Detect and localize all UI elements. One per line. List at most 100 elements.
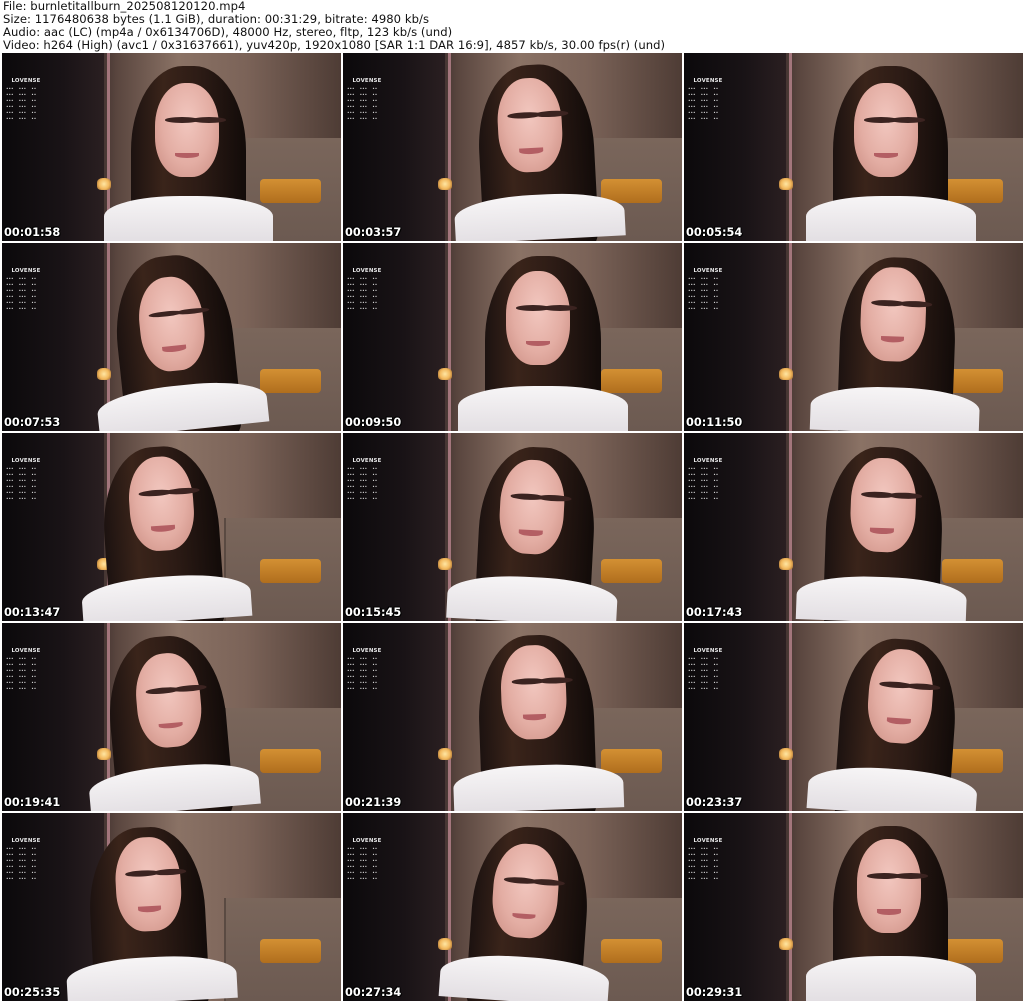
video-thumbnail[interactable]: LOVENSE ••• ••• •• ••• ••• •• ••• ••• •• •••… (2, 433, 341, 621)
thumbnail-timestamp: 00:01:58 (4, 226, 61, 239)
overlay-row: ••• ••• •• (688, 876, 719, 881)
overlay-row: ••• ••• •• (347, 306, 378, 311)
overlay-row: ••• ••• •• (688, 116, 719, 121)
overlay-row: ••• ••• •• (688, 496, 719, 501)
white-shirt (446, 572, 619, 621)
thumbnail-timestamp: 00:11:50 (686, 416, 743, 429)
lovense-overlay: LOVENSE ••• ••• •• ••• ••• •• ••• ••• •• •••… (6, 268, 66, 312)
thumbnail-timestamp: 00:27:34 (345, 986, 402, 999)
lovense-overlay: LOVENSE ••• ••• •• ••• ••• •• ••• ••• •• •••… (6, 458, 66, 502)
lovense-overlay: LOVENSE ••• ••• •• ••• ••• •• ••• ••• •• •••… (347, 838, 407, 882)
thumbnail-timestamp: 00:03:57 (345, 226, 402, 239)
lovense-overlay: LOVENSE ••• ••• •• ••• ••• •• ••• ••• •• •••… (6, 648, 66, 692)
thumbnail-timestamp: 00:09:50 (345, 416, 402, 429)
lovense-brand-text: LOVENSE (352, 78, 382, 84)
lovense-brand-text: LOVENSE (11, 648, 41, 654)
overlay-row: ••• ••• •• (347, 876, 378, 881)
thumbnail-timestamp: 00:29:31 (686, 986, 743, 999)
video-thumbnail[interactable]: LOVENSE ••• ••• •• ••• ••• •• ••• ••• •• •••… (343, 53, 682, 241)
overlay-row: ••• ••• •• (688, 686, 719, 691)
lovense-brand-text: LOVENSE (11, 458, 41, 464)
mouth (870, 527, 895, 535)
lovense-overlay: LOVENSE ••• ••• •• ••• ••• •• ••• ••• •• •••… (688, 78, 748, 122)
lovense-overlay: LOVENSE ••• ••• •• ••• ••• •• ••• ••• •• •••… (347, 458, 407, 502)
white-shirt (796, 573, 967, 621)
overlay-row: ••• ••• •• (6, 306, 37, 311)
video-thumbnail[interactable]: LOVENSE ••• ••• •• ••• ••• •• ••• ••• •• •••… (343, 243, 682, 431)
lovense-brand-text: LOVENSE (352, 458, 382, 464)
lovense-brand-text: LOVENSE (693, 268, 723, 274)
face (853, 83, 918, 178)
lovense-overlay: LOVENSE ••• ••• •• ••• ••• •• ••• ••• •• •••… (347, 78, 407, 122)
white-shirt (65, 952, 238, 1001)
lovense-overlay: LOVENSE ••• ••• •• ••• ••• •• ••• ••• •• •••… (688, 838, 748, 882)
face (499, 643, 568, 740)
video-thumbnail[interactable]: LOVENSE ••• ••• •• ••• ••• •• ••• ••• •• •••… (2, 813, 341, 1001)
video-thumbnail[interactable]: LOVENSE ••• ••• •• ••• ••• •• ••• ••• •• •••… (2, 243, 341, 431)
face (856, 839, 922, 934)
mouth (877, 908, 901, 915)
video-thumbnail[interactable]: LOVENSE ••• ••• •• ••• ••• •• ••• ••• •• •••… (2, 623, 341, 811)
thumbnail-timestamp: 00:23:37 (686, 796, 743, 809)
lovense-overlay: LOVENSE ••• ••• •• ••• ••• •• ••• ••• •• •••… (6, 838, 66, 882)
lovense-brand-text: LOVENSE (693, 78, 723, 84)
thumbnail-timestamp: 00:17:43 (686, 606, 743, 619)
white-shirt (809, 384, 981, 431)
face (154, 83, 219, 178)
face (859, 265, 928, 363)
white-shirt (806, 762, 979, 811)
overlay-row: ••• ••• •• (347, 116, 378, 121)
lovense-brand-text: LOVENSE (693, 458, 723, 464)
eye (894, 873, 929, 879)
white-shirt (80, 570, 253, 621)
video-thumbnail[interactable]: LOVENSE ••• ••• •• ••• ••• •• ••• ••• •• •••… (684, 433, 1023, 621)
lovense-brand-text: LOVENSE (352, 268, 382, 274)
overlay-row: ••• ••• •• (6, 876, 37, 881)
overlay-row: ••• ••• •• (6, 686, 37, 691)
white-shirt (458, 385, 628, 431)
lovense-brand-text: LOVENSE (352, 648, 382, 654)
video-thumbnail[interactable]: LOVENSE ••• ••• •• ••• ••• •• ••• ••• •• •••… (684, 623, 1023, 811)
thumbnail-timestamp: 00:25:35 (4, 986, 61, 999)
video-thumbnail[interactable]: LOVENSE ••• ••• •• ••• ••• •• ••• ••• •• •••… (684, 813, 1023, 1001)
lovense-brand-text: LOVENSE (693, 648, 723, 654)
overlay-row: ••• ••• •• (347, 496, 378, 501)
video-info-line: Video: h264 (High) (avc1 / 0x31637661), … (3, 38, 666, 52)
lovense-overlay: LOVENSE ••• ••• •• ••• ••• •• ••• ••• •• •••… (347, 268, 407, 312)
overlay-row: ••• ••• •• (688, 306, 719, 311)
video-thumbnail[interactable]: LOVENSE ••• ••• •• ••• ••• •• ••• ••• •• •••… (343, 813, 682, 1001)
thumbnail-timestamp: 00:05:54 (686, 226, 743, 239)
thumbnail-grid: LOVENSE ••• ••• •• ••• ••• •• ••• ••• •• •••… (2, 53, 1023, 1001)
lovense-brand-text: LOVENSE (11, 268, 41, 274)
video-thumbnail[interactable]: LOVENSE ••• ••• •• ••• ••• •• ••• ••• •• •••… (343, 623, 682, 811)
white-shirt (453, 762, 625, 811)
lovense-brand-text: LOVENSE (352, 838, 382, 844)
eye (543, 305, 577, 311)
video-thumbnail[interactable]: LOVENSE ••• ••• •• ••• ••• •• ••• ••• •• •••… (684, 53, 1023, 241)
mouth (518, 529, 543, 537)
white-shirt (454, 190, 626, 241)
lovense-overlay: LOVENSE ••• ••• •• ••• ••• •• ••• ••• •• •••… (688, 268, 748, 312)
lovense-overlay: LOVENSE ••• ••• •• ••• ••• •• ••• ••• •• •••… (688, 458, 748, 502)
overlay-row: ••• ••• •• (6, 496, 37, 501)
lovense-overlay: LOVENSE ••• ••• •• ••• ••• •• ••• ••• •• •••… (6, 78, 66, 122)
video-thumbnail[interactable]: LOVENSE ••• ••• •• ••• ••• •• ••• ••• •• •••… (343, 433, 682, 621)
face (505, 271, 571, 366)
lovense-brand-text: LOVENSE (11, 78, 41, 84)
white-shirt (103, 195, 274, 241)
face (849, 457, 917, 554)
lovense-brand-text: LOVENSE (693, 838, 723, 844)
lovense-overlay: LOVENSE ••• ••• •• ••• ••• •• ••• ••• •• •••… (688, 648, 748, 692)
video-thumbnail[interactable]: LOVENSE ••• ••• •• ••• ••• •• ••• ••• •• •••… (2, 53, 341, 241)
file-info-header: File: burnletitallburn_202508120120.mp4 … (3, 0, 1021, 52)
overlay-row: ••• ••• •• (6, 116, 37, 121)
video-thumbnail[interactable]: LOVENSE ••• ••• •• ••• ••• •• ••• ••• •• •••… (684, 243, 1023, 431)
white-shirt (806, 955, 976, 1001)
eye (890, 116, 925, 123)
overlay-row: ••• ••• •• (347, 686, 378, 691)
lovense-overlay: LOVENSE ••• ••• •• ••• ••• •• ••• ••• •• •••… (347, 648, 407, 692)
thumbnail-timestamp: 00:15:45 (345, 606, 402, 619)
thumbnail-timestamp: 00:21:39 (345, 796, 402, 809)
white-shirt (438, 951, 611, 1001)
eye (191, 116, 226, 123)
